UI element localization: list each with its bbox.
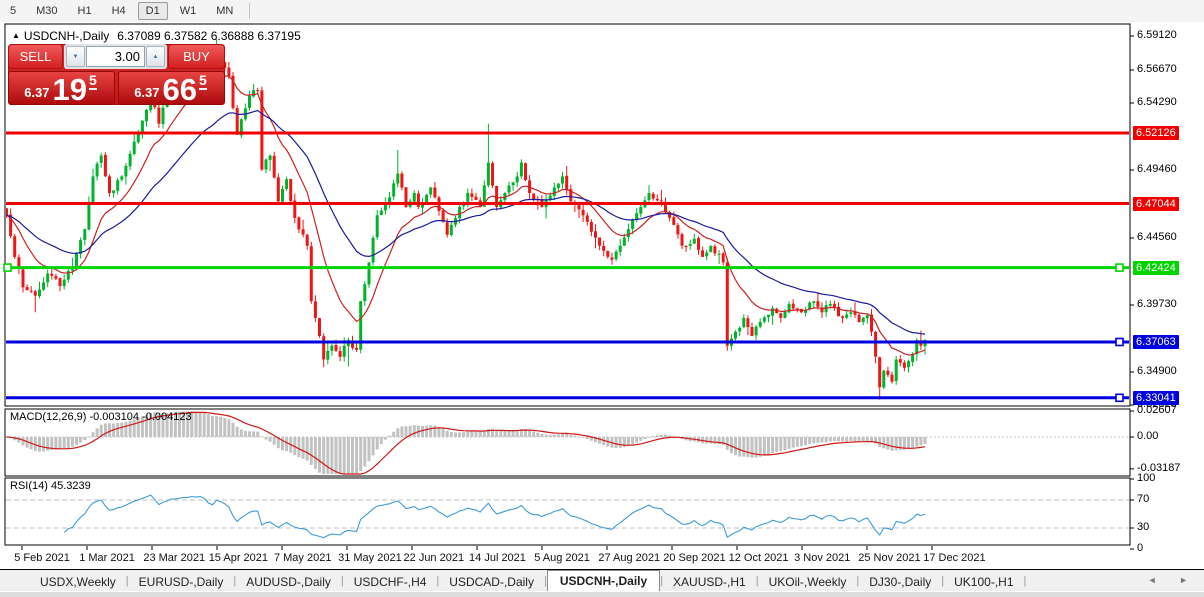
timeframe-button-w1[interactable]: W1: [172, 2, 205, 20]
buy-price-small: 6.37: [134, 85, 160, 100]
chart-tab-bar: USDX,Weekly | EURUSD-,Daily | AUDUSD-,Daily |…: [0, 569, 1204, 592]
toolbar-separator: [249, 3, 251, 19]
date-axis-label: 23 Mar 2021: [143, 552, 206, 564]
sell-price-small: 6.37: [24, 85, 50, 100]
chart-tab-usdcad-daily[interactable]: USDCAD-,Daily: [439, 572, 544, 592]
price-axis-tick: 6.56670: [1137, 63, 1177, 75]
tab-separator: |: [1023, 575, 1027, 587]
volume-input[interactable]: [86, 46, 145, 67]
timeframe-button-h4[interactable]: H4: [104, 2, 134, 20]
chart-symbol-label: USDCNH-,Daily: [23, 29, 110, 43]
sell-button[interactable]: SELL: [8, 44, 63, 69]
price-axis-tick: 6.44560: [1137, 231, 1177, 243]
price-line-label: 6.42424: [1133, 260, 1179, 275]
timeframe-button-d1[interactable]: D1: [137, 2, 168, 20]
rsi-axis-tick: 0: [1137, 542, 1144, 554]
timeframe-button-h1[interactable]: H1: [70, 2, 100, 20]
buy-price-frac: 5: [199, 72, 207, 90]
timeframe-toolbar: 5 M30 H1 H4 D1 W1 MN: [0, 0, 1204, 22]
date-axis-label: 25 Nov 2021: [858, 552, 921, 564]
triangle-up-icon: ▲: [152, 53, 159, 60]
volume-increase-button[interactable]: ▲: [146, 46, 165, 67]
price-line-label: 6.37063: [1133, 335, 1179, 349]
chart-tab-uk100-h1[interactable]: UK100-,H1: [944, 572, 1023, 592]
chart-tab-eurusd-daily[interactable]: EURUSD-,Daily: [129, 572, 234, 592]
rsi-axis-tick: 100: [1137, 472, 1156, 484]
rsi-indicator-label: RSI(14) 45.3239: [10, 480, 91, 492]
tab-scroll-arrows[interactable]: ◄ ►: [1148, 575, 1198, 585]
buy-button[interactable]: BUY: [168, 44, 225, 69]
date-axis-label: 14 Jul 2021: [469, 552, 526, 564]
buy-price-big: 66: [162, 71, 197, 107]
trade-panel: SELL ▼ ▲ BUY 6.37195 6.37665: [8, 44, 225, 105]
rsi-axis-tick: 70: [1137, 493, 1150, 505]
sell-price-frac: 5: [89, 72, 97, 90]
price-line-label: 6.47044: [1133, 196, 1179, 211]
chart-tab-usdcnh-daily[interactable]: USDCNH-,Daily: [546, 570, 661, 592]
date-axis-label: 17 Dec 2021: [923, 552, 986, 564]
chart-tab-xauusd-h1[interactable]: XAUUSD-,H1: [663, 572, 756, 592]
chart-tab-audusd-daily[interactable]: AUDUSD-,Daily: [236, 572, 341, 592]
price-axis-tick: 6.39730: [1137, 298, 1177, 310]
sell-price-big: 19: [52, 71, 87, 107]
buy-price-box[interactable]: 6.37 66 5: [118, 71, 225, 105]
price-axis-tick: 6.34900: [1137, 365, 1177, 377]
date-axis-label: 5 Aug 2021: [534, 552, 590, 564]
chart-tab-usdx-weekly[interactable]: USDX,Weekly: [30, 572, 126, 592]
price-line-label: 6.52126: [1133, 126, 1179, 140]
timeframe-button-mn[interactable]: MN: [208, 2, 241, 20]
timeframe-button-5[interactable]: 5: [2, 2, 24, 20]
triangle-down-icon: ▼: [72, 53, 79, 60]
macd-axis-tick: 0.00: [1137, 430, 1159, 442]
chart-ohlc-values: 6.37089 6.37582 6.36888 6.37195: [117, 29, 301, 43]
mt4-terminal-window: 5 M30 H1 H4 D1 W1 MN ▲ USDCNH-,Daily 6.37089 6.3…: [0, 0, 1204, 597]
chart-tab-ukoil-weekly[interactable]: UKOil-,Weekly: [759, 572, 857, 592]
price-axis-tick: 6.49460: [1137, 163, 1177, 175]
rsi-axis-tick: 30: [1137, 521, 1150, 533]
date-axis-label: 7 May 2021: [273, 552, 332, 564]
volume-decrease-button[interactable]: ▼: [66, 46, 85, 67]
date-axis-label: 5 Feb 2021: [14, 552, 70, 564]
date-axis-label: 3 Nov 2021: [794, 552, 851, 564]
status-strip: [0, 591, 1204, 597]
date-axis-label: 31 May 2021: [338, 552, 402, 564]
chart-window: ▲ USDCNH-,Daily 6.37089 6.37582 6.36888 6.…: [0, 22, 1204, 569]
date-axis-label: 12 Oct 2021: [728, 552, 789, 564]
volume-spinner: ▼ ▲: [64, 44, 167, 69]
macd-axis-tick: 0.02607: [1137, 404, 1177, 416]
chart-title: ▲ USDCNH-,Daily 6.37089 6.37582 6.36888 6.…: [12, 29, 301, 43]
date-axis-label: 20 Sep 2021: [663, 552, 726, 564]
price-axis-tick: 6.59120: [1137, 29, 1177, 41]
date-axis-label: 22 Jun 2021: [403, 552, 465, 564]
date-axis-label: 27 Aug 2021: [598, 552, 661, 564]
macd-indicator-label: MACD(12,26,9) -0.003104 -0.004123: [10, 411, 192, 423]
price-line-label: 6.33041: [1133, 390, 1179, 405]
chart-tab-usdchf-h4[interactable]: USDCHF-,H4: [344, 572, 437, 592]
sell-price-box[interactable]: 6.37 19 5: [8, 71, 115, 105]
date-axis-label: 15 Apr 2021: [208, 552, 269, 564]
timeframe-button-m30[interactable]: M30: [28, 2, 65, 20]
collapse-arrow-icon[interactable]: ▲: [12, 31, 20, 40]
chart-tab-dj30-daily[interactable]: DJ30-,Daily: [859, 572, 941, 592]
price-axis-tick: 6.54290: [1137, 96, 1177, 108]
date-axis-label: 1 Mar 2021: [79, 552, 135, 564]
